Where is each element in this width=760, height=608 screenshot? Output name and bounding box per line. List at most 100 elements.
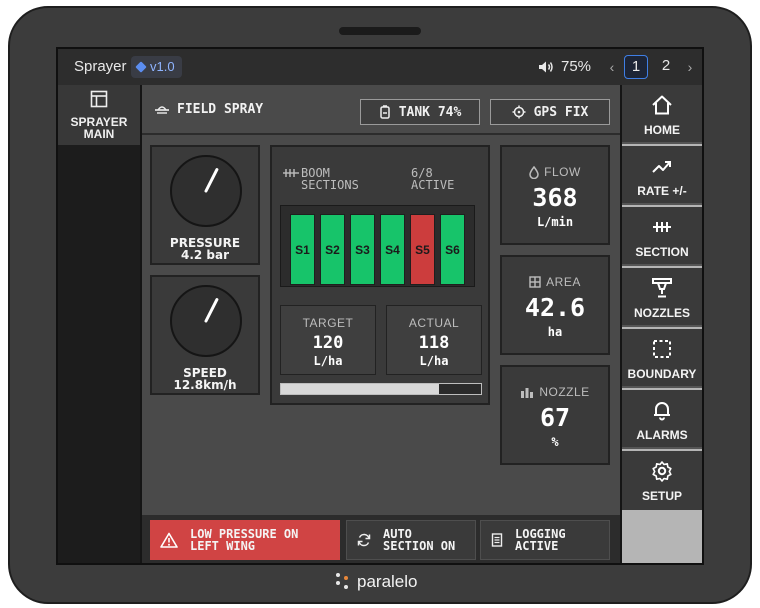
nav-setup-label: SETUP (641, 489, 682, 503)
top-bar: Sprayer v1.0 75% ‹ 1 2 › (58, 49, 702, 85)
nav-section-button[interactable]: SECTION (622, 207, 702, 266)
document-icon (491, 533, 503, 547)
flow-card: FLOW 368 L/min (500, 145, 610, 245)
boom-icon (283, 169, 299, 177)
brand-logo: paralelo (336, 572, 418, 592)
target-rate: TARGET 120 L/ha (280, 305, 376, 375)
nav-item-label: SPRAYER MAIN (70, 115, 128, 141)
nozzle-value: 67 (539, 403, 571, 432)
version-badge: v1.0 (131, 56, 182, 78)
speaker-icon (539, 61, 553, 72)
main-panel: FIELD SPRAY TANK 74% GPS FIX PRESSURE 4.… (142, 85, 620, 563)
section-s3[interactable]: S3 (350, 214, 375, 285)
boundary-icon (653, 340, 671, 358)
target-unit: L/ha (313, 354, 343, 368)
tank-button[interactable]: TANK 74% (360, 99, 480, 125)
trend-up-icon (652, 161, 671, 173)
target-value: 120 (312, 333, 344, 353)
app-title: Sprayer (74, 58, 127, 75)
refresh-icon (357, 533, 371, 547)
nozzle-icon (652, 278, 672, 298)
nav-rate-label: RATE +/- (637, 184, 687, 198)
page-selector: ‹ 1 2 › (606, 55, 696, 79)
nav-nozzles-label: NOZZLES (634, 306, 690, 320)
status-bar: LOW PRESSURE ON LEFT WING AUTO SECTION O… (142, 515, 620, 563)
nav-rate-button[interactable]: RATE +/- (622, 146, 702, 205)
section-strip: S1 S2 S3 S4 S5 S6 (280, 205, 475, 287)
version-label: v1.0 (150, 59, 175, 74)
nav-boundary-button[interactable]: BOUNDARY (622, 329, 702, 388)
pressure-gauge (170, 155, 242, 227)
area-value: 42.6 (524, 293, 586, 322)
boom-icon (653, 222, 671, 232)
nav-home-button[interactable]: HOME (622, 85, 702, 144)
bar-chart-icon (521, 388, 534, 398)
pressure-card: PRESSURE 4.2 bar (150, 145, 260, 265)
warning-icon (160, 532, 178, 548)
gear-icon (652, 461, 672, 482)
pressure-value: 4.2 bar (180, 248, 230, 262)
target-label: TARGET (302, 316, 354, 330)
section-s4[interactable]: S4 (380, 214, 405, 285)
nav-nozzles-button[interactable]: NOZZLES (622, 268, 702, 327)
page-button-1[interactable]: 1 (624, 55, 648, 79)
area-unit: ha (547, 325, 563, 339)
right-nav: HOME RATE +/- SECTION NOZZLES BOUNDARY A… (622, 85, 702, 563)
volume-level: 75% (561, 58, 592, 75)
chevron-left-icon[interactable]: ‹ (606, 59, 618, 75)
nav-boundary-label: BOUNDARY (627, 367, 697, 381)
actual-label: ACTUAL (408, 316, 460, 330)
tank-icon (379, 105, 390, 119)
nav-home-label: HOME (644, 123, 680, 137)
flow-value: 368 (532, 183, 578, 212)
speed-gauge (170, 285, 242, 357)
actual-unit: L/ha (419, 354, 449, 368)
nav-alarms-label: ALARMS (636, 428, 688, 442)
nav-item-sprayer-main[interactable]: SPRAYER MAIN (58, 85, 140, 145)
nav-setup-button[interactable]: SETUP (622, 451, 702, 510)
volume-control[interactable]: 75% (538, 58, 591, 75)
gps-button[interactable]: GPS FIX (490, 99, 610, 125)
speaker-grille (339, 27, 421, 35)
chevron-right-icon[interactable]: › (684, 59, 696, 75)
crosshair-icon (512, 105, 526, 119)
nozzle-unit: % (551, 435, 559, 449)
section-s6[interactable]: S6 (440, 214, 465, 285)
nav-alarms-button[interactable]: ALARMS (622, 390, 702, 449)
boom-title: BOOM SECTIONS (301, 166, 359, 192)
droplet-icon (529, 165, 539, 179)
application-progress-bar (280, 383, 482, 395)
brand-name: paralelo (357, 572, 418, 591)
flow-unit: L/min (536, 215, 574, 229)
progress-fill (281, 384, 439, 394)
area-card: AREA 42.6 ha (500, 255, 610, 355)
nozzle-card: NOZZLE 67 % (500, 365, 610, 465)
sprayer-icon (155, 105, 169, 114)
actual-value: 118 (418, 333, 450, 353)
boom-sections-card: BOOM SECTIONS 6/8 ACTIVE S1 S2 S3 S4 S5 … (270, 145, 490, 405)
section-s1[interactable]: S1 (290, 214, 315, 285)
screen: Sprayer v1.0 75% ‹ 1 2 › SPRAYER MAIN FI… (56, 47, 704, 565)
brand-logo-dots (336, 573, 350, 591)
nozzle-label: NOZZLE (502, 385, 608, 399)
diamond-icon (135, 61, 147, 73)
page-button-2[interactable]: 2 (654, 55, 678, 79)
low-pressure-alert[interactable]: LOW PRESSURE ON LEFT WING (150, 520, 340, 560)
grid-icon (529, 276, 541, 288)
bell-icon (654, 402, 670, 421)
layout-icon (90, 90, 108, 108)
page-title: FIELD SPRAY (154, 102, 263, 117)
nav-section-label: SECTION (635, 245, 689, 259)
section-s5[interactable]: S5 (410, 214, 435, 285)
home-icon (652, 95, 672, 115)
section-s2[interactable]: S2 (320, 214, 345, 285)
flow-label: FLOW (502, 165, 608, 179)
auto-section-status[interactable]: AUTO SECTION ON (346, 520, 476, 560)
main-header: FIELD SPRAY TANK 74% GPS FIX (142, 85, 620, 135)
area-label: AREA (502, 275, 608, 289)
speed-value: 12.8km/h (173, 378, 237, 392)
speed-card: SPEED 12.8km/h (150, 275, 260, 395)
active-count: 6/8 ACTIVE (411, 166, 455, 192)
actual-rate: ACTUAL 118 L/ha (386, 305, 482, 375)
logging-status[interactable]: LOGGING ACTIVE (480, 520, 610, 560)
